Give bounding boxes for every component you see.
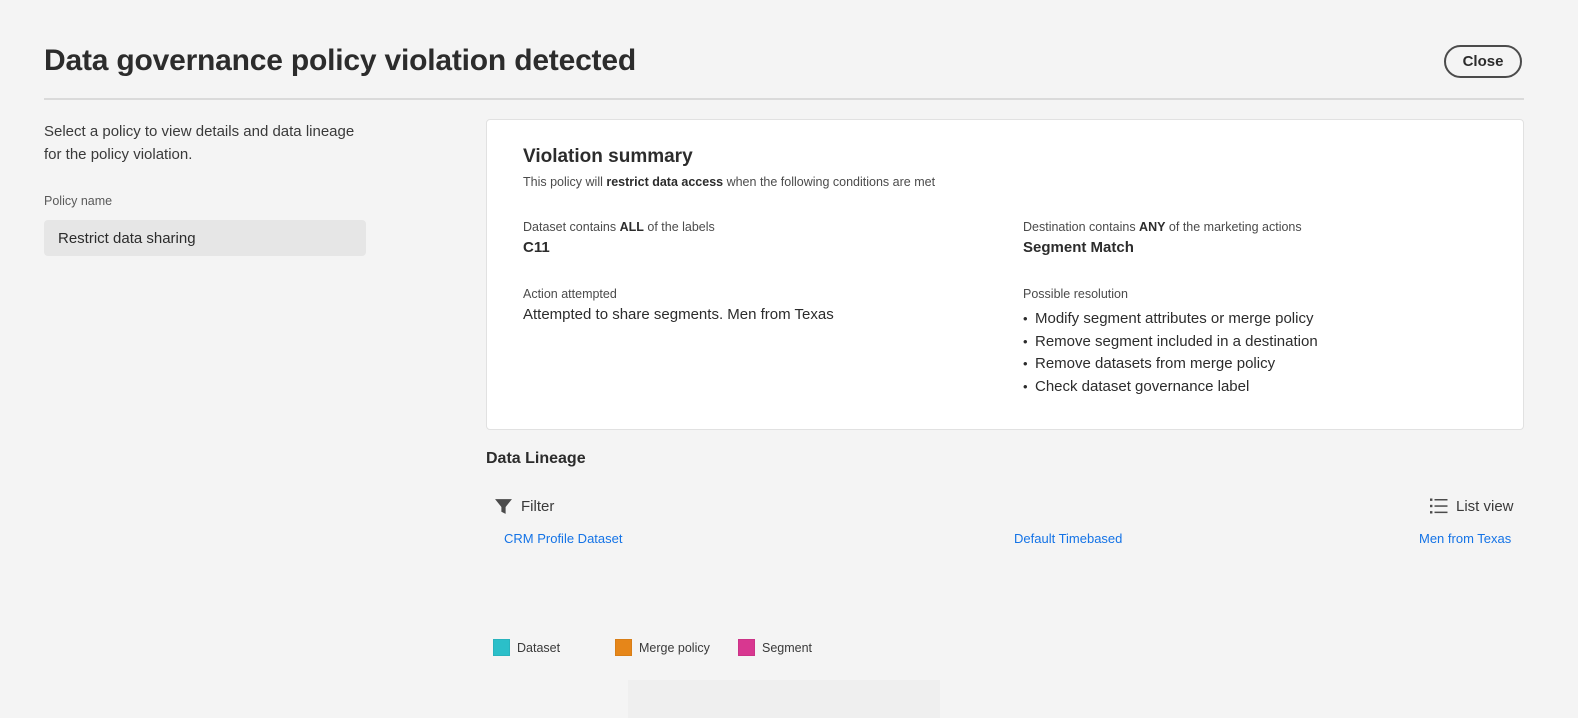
action-attempted-value: Attempted to share segments. Men from Te…: [523, 306, 834, 323]
policy-violation-dialog: Data governance policy violation detecte…: [0, 0, 1578, 718]
legend-segment-label: Segment: [762, 640, 813, 655]
summary-description: This policy will restrict data access wh…: [523, 175, 935, 189]
lineage-node-segment[interactable]: Men from Texas: [1419, 531, 1511, 546]
dataset-label-value: C11: [523, 239, 550, 256]
intro-text: Select a policy to view details and data…: [44, 123, 355, 163]
filter-label: Filter: [521, 497, 555, 515]
lineage-node-dataset[interactable]: CRM Profile Dataset: [504, 531, 622, 546]
filter-button[interactable]: Filter: [494, 494, 554, 518]
resolution-item-text: Check dataset governance label: [1035, 377, 1250, 395]
lineage-graph: CRM Profile Dataset Default Timebased Me…: [486, 530, 1524, 580]
policy-name-label: Policy name: [44, 194, 113, 208]
legend-dataset-label: Dataset: [517, 640, 561, 655]
merge-policy-swatch: [615, 639, 632, 656]
legend-merge-policy-label: Merge policy: [639, 640, 710, 655]
dataset-condition-label: Dataset contains ALL of the labels: [523, 220, 715, 234]
close-button[interactable]: Close: [1444, 45, 1522, 78]
bullet-icon: •: [1023, 356, 1028, 371]
destination-condition-label: Destination contains ANY of the marketin…: [1023, 220, 1302, 234]
bullet-icon: •: [1023, 311, 1028, 326]
policy-list-item[interactable]: Restrict data sharing: [44, 220, 366, 256]
dataset-label-bold: ALL: [619, 220, 644, 234]
resolution-item: • Check dataset governance label: [1023, 376, 1318, 399]
resolution-item-text: Remove datasets from merge policy: [1035, 355, 1276, 372]
resolution-item-text: Modify segment attributes or merge polic…: [1035, 310, 1314, 327]
data-lineage-title: Data Lineage: [486, 450, 586, 467]
dataset-swatch: [493, 639, 510, 656]
list-view-label: List view: [1456, 497, 1514, 515]
violation-summary-card: Violation summary This policy will restr…: [486, 119, 1524, 430]
action-attempted-label: Action attempted: [523, 287, 617, 301]
destination-label-suffix: of the marketing actions: [1165, 220, 1302, 234]
lineage-footer-panel: [628, 680, 940, 718]
possible-resolution-label: Possible resolution: [1023, 287, 1128, 301]
bullet-icon: •: [1023, 333, 1028, 349]
summary-title: Violation summary: [523, 146, 693, 167]
policy-list-item-label: Restrict data sharing: [58, 229, 196, 247]
header-divider: [44, 98, 1524, 100]
dialog-title: Data governance policy violation detecte…: [44, 44, 636, 77]
resolution-item: • Remove datasets from merge policy: [1023, 353, 1318, 376]
filter-icon: [495, 498, 512, 514]
resolution-item: • Modify segment attributes or merge poli…: [1023, 308, 1318, 331]
dataset-label-prefix: Dataset contains: [523, 220, 620, 234]
bullet-icon: •: [1023, 378, 1028, 394]
resolution-item: • Remove segment included in a destinatio…: [1023, 331, 1318, 354]
destination-action-value: Segment Match: [1023, 239, 1134, 256]
dataset-label-suffix: of the labels: [643, 220, 715, 234]
destination-label-prefix: Destination contains: [1023, 220, 1140, 234]
summary-desc-prefix: This policy will: [523, 175, 607, 189]
list-view-icon: [1430, 498, 1448, 514]
list-view-button[interactable]: List view: [1430, 494, 1514, 518]
legend-segment: Segment: [738, 639, 812, 656]
summary-desc-suffix: when the following conditions are met: [723, 175, 936, 189]
lineage-node-merge-policy[interactable]: Default Timebased: [1014, 531, 1122, 546]
legend-dataset: Dataset: [493, 639, 560, 656]
segment-swatch: [738, 639, 755, 656]
resolution-list: • Modify segment attributes or merge poli…: [1023, 308, 1318, 398]
resolution-item-text: Remove segment included in a destination: [1035, 332, 1318, 350]
destination-label-bold: ANY: [1139, 220, 1166, 234]
summary-desc-bold: restrict data access: [606, 175, 724, 189]
legend-merge-policy: Merge policy: [615, 639, 710, 656]
